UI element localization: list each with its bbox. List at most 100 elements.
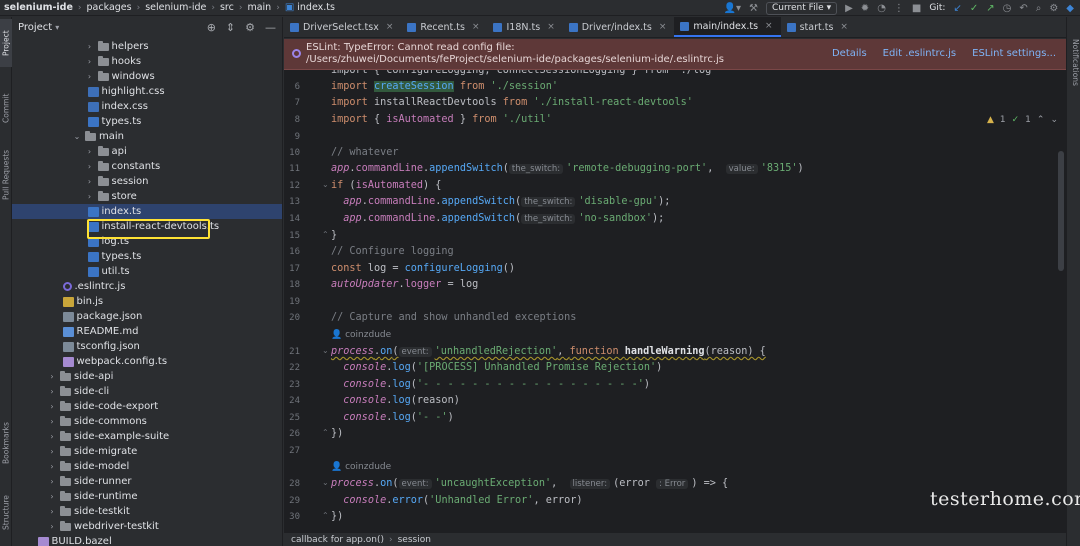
editor-scrollbar[interactable]	[1058, 111, 1064, 532]
run-icon[interactable]: ▶	[845, 3, 853, 14]
tool-tab-structure[interactable]: Structure	[0, 487, 12, 539]
code-line[interactable]: console.log('- -')	[331, 412, 453, 423]
tree-folder[interactable]: › constants	[12, 159, 282, 174]
fold-marker-icon[interactable]: ⌃	[322, 511, 329, 520]
chevron-right-icon[interactable]: ›	[85, 72, 95, 81]
breadcrumb-packages[interactable]: packages	[87, 2, 132, 13]
tree-file[interactable]: .eslintrc.js	[12, 279, 282, 294]
editor-tab[interactable]: DriverSelect.tsx ×	[284, 17, 401, 37]
code-line[interactable]: // Capture and show unhandled exceptions	[331, 312, 576, 323]
chevron-right-icon[interactable]: ›	[47, 372, 57, 381]
tree-folder[interactable]: › side-runtime	[12, 489, 282, 504]
hammer-icon[interactable]: ⚒	[749, 3, 758, 14]
code-line[interactable]: // whatever	[331, 147, 398, 158]
project-panel-title[interactable]: Project	[18, 22, 52, 33]
breadcrumb-src[interactable]: src	[220, 2, 234, 13]
tree-file[interactable]: package.json	[12, 309, 282, 324]
tree-file[interactable]: webpack.config.ts	[12, 354, 282, 369]
code-line[interactable]: import installReactDevtools from './inst…	[331, 97, 693, 108]
chevron-up-icon[interactable]: ⌃	[1037, 115, 1045, 125]
chevron-down-icon[interactable]: ⌄	[72, 132, 82, 141]
tree-folder[interactable]: › api	[12, 144, 282, 159]
tree-folder[interactable]: › side-example-suite	[12, 429, 282, 444]
eslint-settings-link[interactable]: ESLint settings...	[972, 48, 1056, 59]
history-icon[interactable]: ◷	[1003, 3, 1012, 14]
tree-folder[interactable]: › side-migrate	[12, 444, 282, 459]
edit-eslintrc-link[interactable]: Edit .eslintrc.js	[883, 48, 956, 59]
fold-marker-icon[interactable]: ⌃	[322, 230, 329, 239]
git-update-icon[interactable]: ↙	[953, 3, 961, 14]
code-editor[interactable]: 6 7 8 9 10 11 12 13 14 15 16 17 18 19 20 21 22 23 24 25 26 27…	[284, 39, 1066, 532]
chevron-right-icon[interactable]: ›	[85, 57, 95, 66]
code-line[interactable]: }	[331, 230, 337, 241]
search-icon[interactable]: ⌕	[1036, 3, 1042, 14]
status-crumb-session[interactable]: session	[398, 535, 431, 545]
scrollbar-thumb[interactable]	[1058, 151, 1064, 271]
code-line[interactable]: })	[331, 511, 343, 522]
tool-tab-bookmarks[interactable]: Bookmarks	[0, 415, 12, 471]
tool-tab-project[interactable]: Project	[0, 19, 12, 67]
code-line[interactable]: console.log(reason)	[331, 395, 460, 406]
debug-icon[interactable]: ✹	[861, 3, 869, 14]
tree-file[interactable]: index.css	[12, 99, 282, 114]
locate-icon[interactable]: ⊕	[207, 21, 216, 34]
more-run-icon[interactable]: ⋮	[894, 3, 904, 14]
tree-folder[interactable]: › side-cli	[12, 384, 282, 399]
chevron-down-icon[interactable]: ⌄	[1050, 115, 1058, 125]
rollback-icon[interactable]: ↶	[1019, 3, 1027, 14]
code-line[interactable]: process.on(event:'uncaughtException', li…	[331, 478, 728, 489]
tree-folder[interactable]: › side-code-export	[12, 399, 282, 414]
tool-tab-notifications[interactable]: Notifications	[1068, 39, 1080, 86]
code-line[interactable]: app.commandLine.appendSwitch(the_switch:…	[331, 163, 804, 174]
tree-file[interactable]: BUILD.bazel	[12, 534, 282, 546]
status-crumb-callback[interactable]: callback for app.on()	[291, 535, 384, 545]
chevron-right-icon[interactable]: ›	[47, 477, 57, 486]
breadcrumb-project[interactable]: selenium-ide	[0, 2, 73, 13]
run-configuration-select[interactable]: Current File ▾	[765, 1, 838, 15]
tree-file[interactable]: bin.js	[12, 294, 282, 309]
git-commit-icon[interactable]: ✓	[970, 3, 978, 14]
tree-folder[interactable]: › side-runner	[12, 474, 282, 489]
editor-tab[interactable]: Driver/index.ts ×	[563, 17, 675, 37]
code-line[interactable]: process.on(event:'unhandledRejection', f…	[331, 346, 766, 357]
fold-marker-icon[interactable]: ⌃	[322, 428, 329, 437]
editor-tab[interactable]: Recent.ts ×	[401, 17, 487, 37]
tool-tab-pull-requests[interactable]: Pull Requests	[0, 141, 12, 209]
tree-folder[interactable]: › store	[12, 189, 282, 204]
tree-folder[interactable]: › side-testkit	[12, 504, 282, 519]
tool-tab-commit[interactable]: Commit	[0, 85, 12, 131]
chevron-right-icon[interactable]: ›	[85, 42, 95, 51]
code-line[interactable]: console.log('- - - - - - - - - - - - - -…	[331, 379, 650, 390]
tree-file[interactable]: tsconfig.json	[12, 339, 282, 354]
code-line[interactable]: console.log('[PROCESS] Unhandled Promise…	[331, 362, 662, 373]
close-icon[interactable]: ×	[386, 22, 394, 32]
chevron-right-icon[interactable]: ›	[47, 507, 57, 516]
chevron-down-icon[interactable]: ▾	[55, 23, 59, 32]
user-icon[interactable]: 👤▾	[724, 3, 741, 14]
tree-folder[interactable]: › windows	[12, 69, 282, 84]
editor-tab[interactable]: start.ts ×	[781, 17, 856, 37]
breadcrumb-main[interactable]: main	[247, 2, 271, 13]
tree-folder[interactable]: › side-api	[12, 369, 282, 384]
tree-folder[interactable]: › session	[12, 174, 282, 189]
gear-icon[interactable]: ⚙	[245, 21, 255, 34]
tree-file[interactable]: types.ts	[12, 249, 282, 264]
code-author-inlay[interactable]: 👤 coinzdude	[331, 462, 391, 472]
close-icon[interactable]: ×	[659, 22, 667, 32]
chevron-right-icon[interactable]: ›	[47, 387, 57, 396]
details-link[interactable]: Details	[832, 48, 867, 59]
collapse-all-icon[interactable]: ⇕	[226, 21, 235, 34]
chevron-right-icon[interactable]: ›	[47, 522, 57, 531]
chevron-right-icon[interactable]: ›	[47, 447, 57, 456]
chevron-right-icon[interactable]: ›	[85, 147, 95, 156]
tree-folder[interactable]: › helpers	[12, 39, 282, 54]
chevron-right-icon[interactable]: ›	[47, 402, 57, 411]
tree-file[interactable]: index.ts	[12, 204, 282, 219]
git-push-icon[interactable]: ↗	[986, 3, 994, 14]
tree-folder[interactable]: › side-commons	[12, 414, 282, 429]
tree-file[interactable]: util.ts	[12, 264, 282, 279]
chevron-right-icon[interactable]: ›	[85, 162, 95, 171]
code-line[interactable]: import { isAutomated } from './util'	[331, 114, 552, 125]
code-line[interactable]: import createSession from './session'	[331, 81, 558, 92]
coverage-icon[interactable]: ◔	[877, 3, 886, 14]
